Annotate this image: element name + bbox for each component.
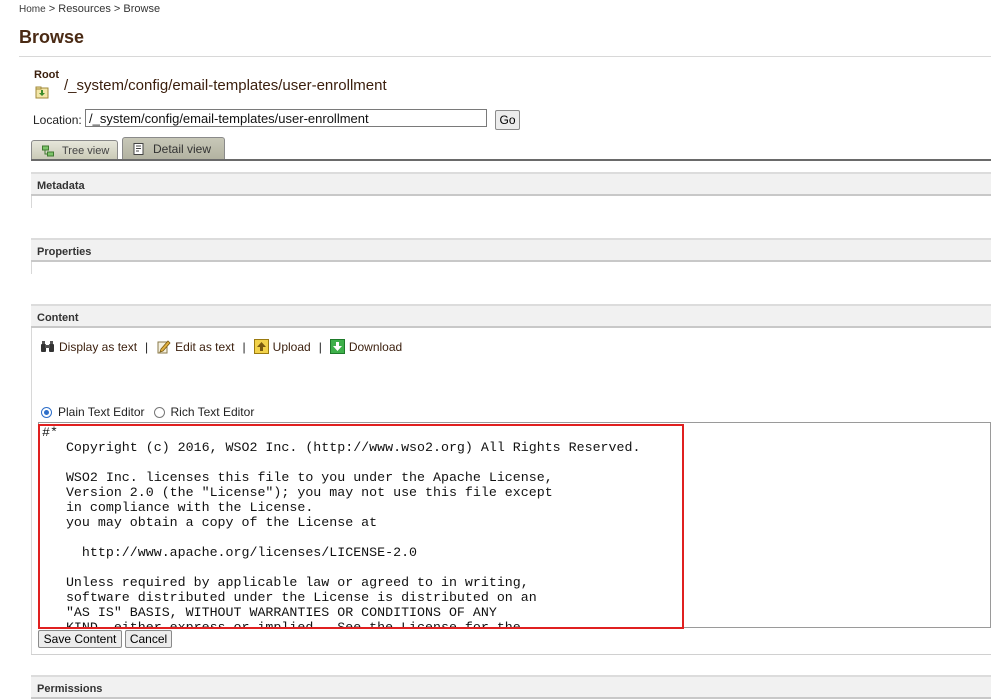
- plain-text-label[interactable]: Plain Text Editor: [58, 405, 145, 419]
- download-label: Download: [348, 339, 403, 354]
- breadcrumb-separator: >: [48, 3, 56, 15]
- rich-text-label[interactable]: Rich Text Editor: [171, 405, 255, 419]
- section-permissions-header[interactable]: Permissions: [31, 675, 991, 699]
- title-divider: [19, 56, 991, 57]
- editor-mode-selector: Plain Text Editor Rich Text Editor: [41, 405, 254, 419]
- action-separator: |: [145, 339, 149, 354]
- breadcrumb-home-link[interactable]: Home: [19, 4, 46, 15]
- save-content-button[interactable]: Save Content: [38, 630, 122, 648]
- location-input[interactable]: [85, 109, 487, 127]
- upload-label: Upload: [272, 339, 311, 354]
- tab-detail-view[interactable]: Detail view: [122, 137, 225, 160]
- content-actions: Display as text | Edit as text | Upload …: [40, 339, 402, 354]
- tab-tree-view[interactable]: Tree view: [31, 140, 118, 160]
- go-button[interactable]: Go: [495, 110, 520, 130]
- action-separator: |: [242, 339, 246, 354]
- detail-icon: [133, 143, 145, 155]
- display-as-text-label: Display as text: [59, 339, 138, 354]
- upload-link[interactable]: Upload: [253, 339, 311, 354]
- root-label: Root: [34, 69, 60, 81]
- section-metadata-header[interactable]: Metadata: [31, 172, 991, 196]
- action-separator: |: [318, 339, 322, 354]
- binoculars-icon: [40, 339, 55, 354]
- cancel-button[interactable]: Cancel: [125, 630, 172, 648]
- breadcrumb-current: Browse: [123, 3, 161, 15]
- resource-path: /_system/config/email-templates/user-enr…: [64, 77, 387, 94]
- content-section-bottom: [31, 654, 991, 655]
- page-title: Browse: [19, 27, 85, 47]
- breadcrumb-resources[interactable]: Resources: [58, 3, 111, 15]
- tab-label: Tree view: [62, 144, 110, 157]
- section-content-header[interactable]: Content: [31, 304, 991, 328]
- tree-icon: [42, 145, 54, 157]
- section-border: [31, 328, 32, 654]
- breadcrumb-separator: >: [113, 3, 121, 15]
- rich-text-radio[interactable]: [153, 406, 165, 418]
- plain-text-radio[interactable]: [41, 406, 52, 418]
- download-icon: [329, 339, 345, 354]
- highlight-box: [38, 424, 684, 629]
- section-properties-header[interactable]: Properties: [31, 238, 991, 262]
- breadcrumb: Home > Resources > Browse: [19, 3, 160, 15]
- section-border: [31, 196, 32, 208]
- upload-icon: [253, 339, 269, 354]
- parent-folder-icon[interactable]: [34, 84, 50, 100]
- edit-icon: [156, 339, 171, 354]
- section-border: [31, 262, 32, 274]
- location-label: Location:: [33, 113, 82, 127]
- tab-label: Detail view: [153, 142, 212, 156]
- edit-as-text-link[interactable]: Edit as text: [156, 339, 235, 354]
- display-as-text-link[interactable]: Display as text: [40, 339, 137, 354]
- edit-as-text-label: Edit as text: [175, 339, 235, 354]
- download-link[interactable]: Download: [329, 339, 403, 354]
- tabs-divider: [31, 159, 991, 161]
